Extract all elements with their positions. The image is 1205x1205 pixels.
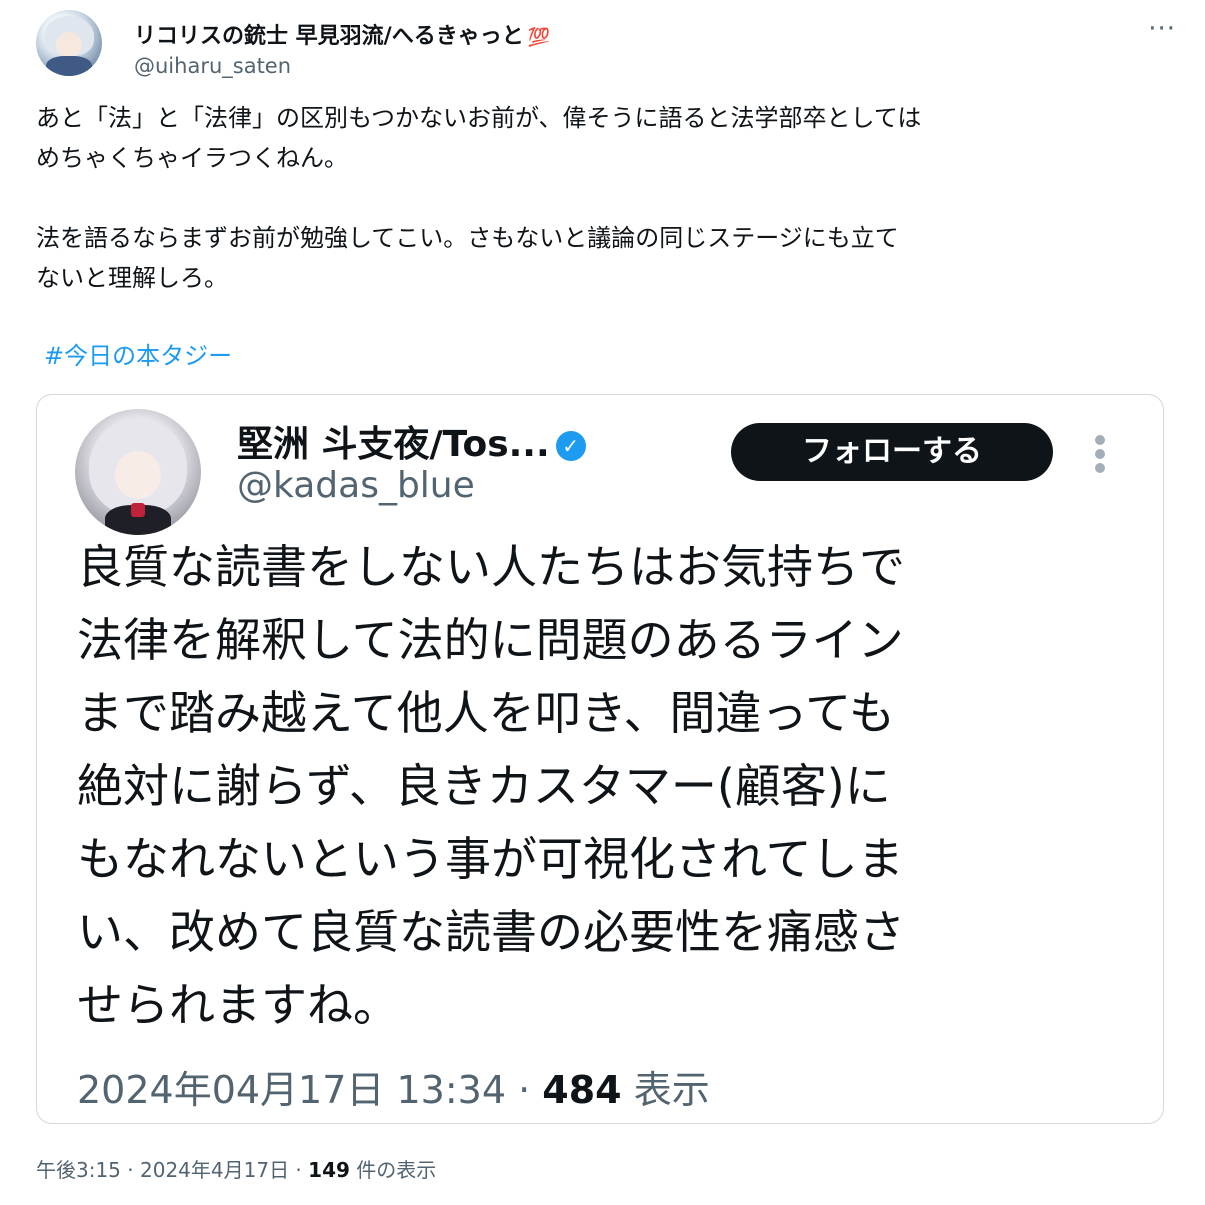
follow-button[interactable]: フォローする: [731, 423, 1053, 481]
quoted-author-avatar[interactable]: [75, 409, 201, 535]
quoted-views-label: 表示: [633, 1068, 710, 1112]
tweet-views-count: 149: [308, 1158, 350, 1182]
hashtag-link[interactable]: #今日の本タジー: [44, 336, 232, 371]
quoted-tweet-meta: 2024年04月17日 13:34 · 484 表示: [77, 1068, 710, 1112]
quoted-timestamp[interactable]: 2024年04月17日 13:34: [77, 1068, 506, 1112]
tweet-header: リコリスの銃士 早見羽流/へるきゃっと 💯 @uiharu_saten ···: [36, 10, 1176, 80]
tweet-footer: 午後3:15 · 2024年4月17日 · 149 件の表示: [36, 1158, 437, 1182]
more-options-icon[interactable]: ···: [1148, 14, 1176, 44]
tweet-time[interactable]: 午後3:15: [36, 1158, 121, 1182]
check-badge-icon: ✓: [555, 431, 586, 461]
tweet-views-label: 件の表示: [356, 1158, 437, 1182]
tweet-date[interactable]: 2024年4月17日: [140, 1158, 289, 1182]
quoted-tweet-card[interactable]: 堅洲 斗支夜/Tos... ✓ @kadas_blue フォローする 良質な読書を…: [36, 394, 1164, 1124]
author-avatar[interactable]: [36, 10, 102, 76]
quoted-tweet-text: 良質な読書をしない人たちはお気持ちで 法律を解釈して法的に問題のあるライン まで…: [77, 540, 905, 1032]
author-name[interactable]: リコリスの銃士 早見羽流/へるきゃっと 💯: [134, 18, 550, 50]
quoted-author-handle[interactable]: @kadas_blue: [237, 465, 475, 506]
tweet-body: あと「法」と「法律」の区別もつかないお前が、偉そうに語ると法学部卒としては めち…: [36, 98, 1176, 298]
author-handle[interactable]: @uiharu_saten: [134, 54, 291, 78]
vertical-more-icon[interactable]: [1095, 435, 1109, 475]
hundred-points-emoji-icon: 💯: [527, 27, 551, 48]
tweet-paragraph-2: 法を語るならまずお前が勉強してこい。さもないと議論の同じステージにも立て ないと…: [36, 224, 899, 292]
tweet-paragraph-1: あと「法」と「法律」の区別もつかないお前が、偉そうに語ると法学部卒としては めち…: [36, 104, 922, 172]
quoted-views-count: 484: [542, 1068, 622, 1112]
quoted-author-name[interactable]: 堅洲 斗支夜/Tos... ✓: [237, 415, 586, 467]
